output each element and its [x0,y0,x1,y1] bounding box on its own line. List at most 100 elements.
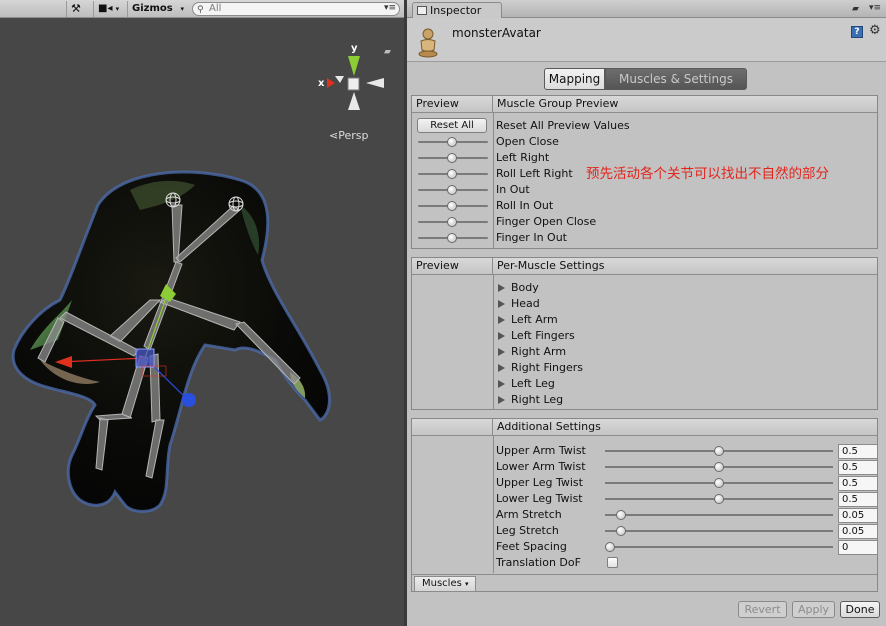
slider-thumb[interactable] [605,542,615,552]
panel-menu-icon[interactable]: ▾≡ [384,3,396,13]
slider-thumb[interactable] [714,478,724,488]
gear-icon[interactable]: ⚙ [869,23,881,38]
help-icon[interactable]: ? [851,26,863,38]
foldout-arrow-icon[interactable] [498,316,505,324]
muscle-group-row-label: In Out [496,183,530,196]
muscle-preview-slider[interactable] [418,233,488,243]
setting-value-field[interactable]: 0.5 [838,444,878,459]
tab-mapping[interactable]: Mapping [544,68,605,90]
muscle-preview-slider[interactable] [418,153,488,163]
muscle-group-foldout[interactable]: Right Leg [498,393,563,406]
monster-model[interactable] [11,170,331,513]
persp-label[interactable]: ⋖Persp [329,129,368,142]
done-button[interactable]: Done [840,601,880,618]
setting-slider[interactable] [605,510,833,520]
muscle-group-row-label: Reset All Preview Values [496,119,630,132]
search-placeholder: All [209,3,222,14]
slider-thumb[interactable] [714,494,724,504]
tab-inspector[interactable]: Inspector [412,2,502,19]
foldout-arrow-icon[interactable] [498,348,505,356]
slider-thumb[interactable] [447,137,457,147]
muscle-preview-slider[interactable] [418,185,488,195]
lock-icon[interactable]: ▰ [852,4,859,14]
chevron-down-icon: ▾ [115,5,120,13]
setting-slider[interactable] [605,462,833,472]
gizmo-x-label: x [318,78,325,89]
apply-button[interactable]: Apply [792,601,835,618]
slider-thumb[interactable] [714,446,724,456]
muscles-dropdown[interactable]: Muscles ▾ [414,576,476,592]
slider-thumb[interactable] [447,201,457,211]
muscle-preview-slider[interactable] [418,217,488,227]
setting-slider[interactable] [605,494,833,504]
setting-value-field[interactable]: 0.05 [838,524,878,539]
muscles-dropdown-label: Muscles [422,578,462,589]
translation-dof-label: Translation DoF [496,556,581,569]
revert-button[interactable]: Revert [738,601,787,618]
slider-thumb[interactable] [447,169,457,179]
tab-muscles-settings[interactable]: Muscles & Settings [605,68,747,90]
slider-thumb[interactable] [616,510,626,520]
additional-settings-panel: Additional Settings Upper Arm Twist 0.5 Lo… [411,418,878,592]
setting-value-field[interactable]: 0.5 [838,492,878,507]
slider-thumb[interactable] [616,526,626,536]
setting-value-field[interactable]: 0 [838,540,878,555]
slider-thumb[interactable] [447,185,457,195]
muscle-group-foldout[interactable]: Right Arm [498,345,566,358]
slider-thumb[interactable] [447,217,457,227]
muscle-group-foldout[interactable]: Body [498,281,539,294]
setting-slider[interactable] [605,526,833,536]
reset-all-button[interactable]: Reset All [417,118,487,133]
foldout-arrow-icon[interactable] [498,396,505,404]
scene-search-input[interactable]: ⚲ All [192,2,400,16]
setting-slider[interactable] [605,478,833,488]
setting-label: Leg Stretch [496,524,559,537]
muscle-group-foldout[interactable]: Left Fingers [498,329,575,342]
column-divider [493,275,494,409]
scene-viewport[interactable]: y x [0,18,404,626]
orientation-gizmo[interactable]: y x [318,43,384,110]
foldout-arrow-icon[interactable] [498,364,505,372]
slider-track [605,530,833,532]
panel-menu-icon[interactable]: ▾≡ [869,3,881,13]
inspector-icon [417,6,427,15]
slider-thumb[interactable] [447,153,457,163]
foldout-arrow-icon[interactable] [498,332,505,340]
muscle-preview-slider[interactable] [418,201,488,211]
setting-slider[interactable] [605,446,833,456]
muscle-group-foldout[interactable]: Head [498,297,540,310]
setting-value-field[interactable]: 0.05 [838,508,878,523]
muscle-group-row-label: Roll In Out [496,199,554,212]
muscle-group-foldout[interactable]: Left Arm [498,313,558,326]
slider-thumb[interactable] [447,233,457,243]
per-muscle-panel: Preview Per-Muscle Settings Body Head Left… [411,257,878,410]
setting-value-field[interactable]: 0.5 [838,476,878,491]
muscle-group-header: Preview Muscle Group Preview [412,96,877,113]
muscle-preview-slider[interactable] [418,169,488,179]
setting-label: Feet Spacing [496,540,567,553]
scene-fx-toggle[interactable]: ⚒ [66,1,93,17]
setting-label: Lower Leg Twist [496,492,583,505]
scene-toolbar: ⚒ ■◂ ▾ Gizmos ▾ ⚲ All [0,0,404,18]
gizmos-label: Gizmos [132,3,173,14]
foldout-arrow-icon[interactable] [498,300,505,308]
column-divider [493,113,494,248]
muscle-preview-slider[interactable] [418,137,488,147]
slider-thumb[interactable] [714,462,724,472]
inspector-tabbar: Inspector ▰ ▾≡ [407,0,886,19]
foldout-arrow-icon[interactable] [498,380,505,388]
empty-column-header [412,419,493,436]
scene-view[interactable]: ⚒ ■◂ ▾ Gizmos ▾ ⚲ All ▾≡ y x ▰ ⋖Persp [0,0,404,626]
setting-slider[interactable] [605,542,833,552]
setting-value-field[interactable]: 0.5 [838,460,878,475]
muscle-group-title: Muscle Group Preview [497,97,619,110]
annotation-text: 预先活动各个关节可以找出不自然的部分 [586,166,829,182]
foldout-arrow-icon[interactable] [498,284,505,292]
scene-camera-dropdown[interactable]: ■◂ ▾ [93,1,127,17]
lock-icon[interactable]: ▰ [384,47,391,57]
muscle-group-foldout[interactable]: Left Leg [498,377,555,390]
search-icon: ⚲ [197,5,204,15]
muscle-group-foldout[interactable]: Right Fingers [498,361,583,374]
translation-dof-checkbox[interactable] [607,557,618,568]
gizmos-dropdown[interactable]: Gizmos ▾ [127,1,187,17]
